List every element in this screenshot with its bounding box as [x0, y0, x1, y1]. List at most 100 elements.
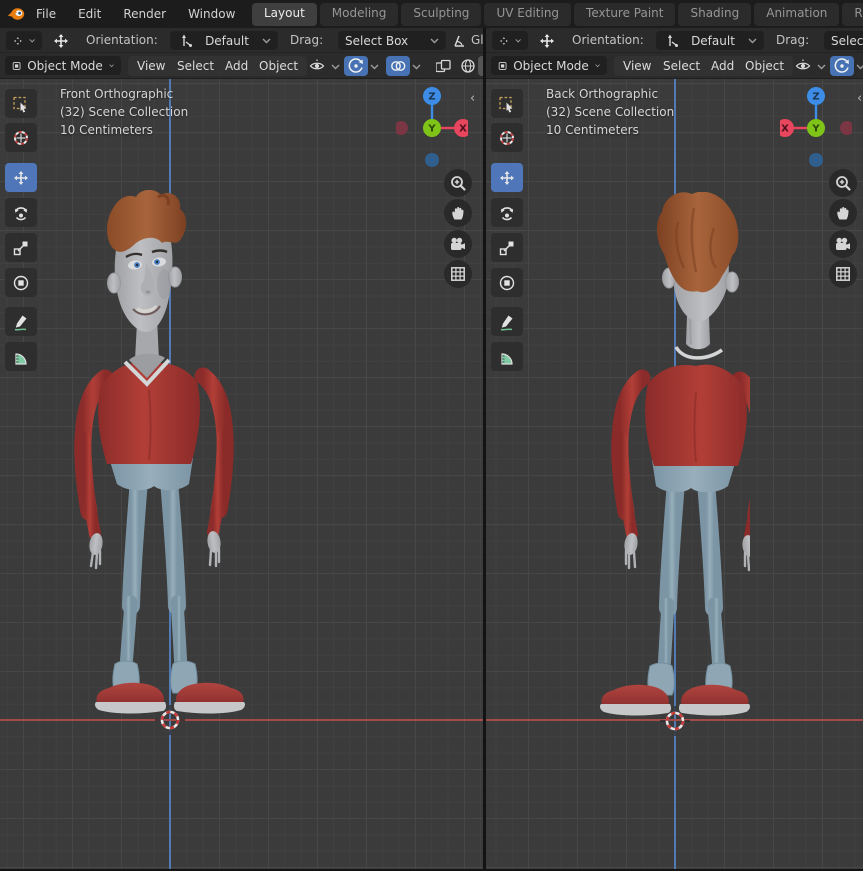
- tool-cursor[interactable]: [5, 123, 37, 152]
- tool-move[interactable]: [5, 163, 37, 192]
- wireframe-shading-button[interactable]: [456, 56, 480, 76]
- orientation-dropdown[interactable]: Default: [170, 31, 278, 50]
- tool-annotate[interactable]: [5, 307, 37, 336]
- tab-rendering[interactable]: Rendering: [842, 3, 863, 26]
- tab-layout[interactable]: Layout: [252, 3, 317, 26]
- tab-animation[interactable]: Animation: [754, 3, 839, 26]
- chevron-down-icon: [109, 62, 114, 69]
- chevron-down-icon[interactable]: [370, 63, 379, 70]
- mode-dropdown[interactable]: Object Mode: [491, 56, 607, 75]
- tool-scale[interactable]: [5, 233, 37, 262]
- menu-object[interactable]: Object: [736, 56, 793, 76]
- chevron-down-icon[interactable]: [856, 63, 863, 70]
- tab-sculpting[interactable]: Sculpting: [401, 3, 481, 26]
- mode-dropdown[interactable]: Object Mode: [5, 56, 121, 75]
- tool-scale[interactable]: [491, 233, 523, 262]
- viewport-info-overlay: Front Orthographic (32) Scene Collection…: [60, 85, 188, 139]
- chevron-down-icon[interactable]: [817, 63, 826, 70]
- drag-dropdown[interactable]: Select Box: [338, 31, 446, 50]
- active-tool-chip[interactable]: [6, 31, 42, 50]
- tab-modeling[interactable]: Modeling: [320, 3, 399, 26]
- measure-tool-icon: [12, 348, 30, 366]
- chevron-down-icon[interactable]: [412, 63, 421, 70]
- wireframe-sphere-icon: [460, 58, 476, 74]
- viewport-front[interactable]: Front Orthographic (32) Scene Collection…: [0, 79, 483, 871]
- sidebar-collapse-arrow[interactable]: ‹: [470, 92, 475, 105]
- axis-ball-neg-z[interactable]: [809, 153, 823, 167]
- active-tool-chip[interactable]: [492, 31, 528, 50]
- gizmos-toggle-button[interactable]: [830, 56, 854, 76]
- solid-shading-button[interactable]: [478, 56, 483, 76]
- tool-annotate[interactable]: [491, 307, 523, 336]
- menu-window[interactable]: Window: [177, 4, 246, 24]
- move-gizmo-icon[interactable]: [538, 32, 556, 50]
- tool-transform[interactable]: [491, 268, 523, 297]
- overlays-toggle-button[interactable]: [386, 56, 410, 76]
- global-label-partial[interactable]: Glo: [471, 33, 483, 47]
- tool-rotate[interactable]: [5, 198, 37, 227]
- tool-select-box[interactable]: [491, 89, 523, 118]
- menu-object[interactable]: Object: [250, 56, 307, 76]
- gizmos-toggle-button[interactable]: [344, 56, 368, 76]
- menu-render[interactable]: Render: [112, 4, 177, 24]
- transform-tool-icon: [12, 274, 30, 292]
- eye-icon: [795, 58, 811, 74]
- menu-select[interactable]: Select: [168, 56, 223, 76]
- measure-tool-icon: [498, 348, 516, 366]
- tool-transform[interactable]: [5, 268, 37, 297]
- global-orientation-icon[interactable]: [452, 33, 468, 49]
- menu-select[interactable]: Select: [654, 56, 709, 76]
- character-front[interactable]: [65, 190, 245, 720]
- orientation-dropdown[interactable]: Default: [656, 31, 764, 50]
- viewport-back[interactable]: Back Orthographic (32) Scene Collection …: [486, 79, 863, 871]
- move-tool-icon: [12, 169, 30, 187]
- axis-ball-neg-x[interactable]: [396, 121, 408, 135]
- tool-move[interactable]: [491, 163, 523, 192]
- drag-value: Select Box: [831, 34, 863, 48]
- chevron-down-icon: [430, 37, 439, 44]
- annotate-tool-icon: [498, 313, 516, 331]
- perspective-toggle-button[interactable]: [444, 260, 472, 288]
- chevron-down-icon[interactable]: [331, 63, 340, 70]
- viewport-header: Object Mode View Select Add Object: [0, 53, 483, 79]
- move-gizmo-icon[interactable]: [52, 32, 70, 50]
- tab-uv-editing[interactable]: UV Editing: [484, 3, 571, 26]
- area-back-viewport: Orientation: Default Drag: Select Box Ob…: [486, 28, 863, 871]
- drag-label: Drag:: [290, 33, 323, 47]
- viewport-info-overlay: Back Orthographic (32) Scene Collection …: [546, 85, 674, 139]
- orientation-label: Orientation:: [86, 33, 158, 47]
- menu-edit[interactable]: Edit: [67, 4, 112, 24]
- navigation-gizmo[interactable]: Z X Y: [780, 84, 852, 168]
- perspective-toggle-button[interactable]: [829, 260, 857, 288]
- zoom-button[interactable]: [829, 169, 857, 197]
- axis-ball-neg-z[interactable]: [425, 153, 439, 167]
- xray-toggle-button[interactable]: [432, 56, 456, 76]
- tab-shading[interactable]: Shading: [678, 3, 751, 26]
- pan-button[interactable]: [444, 199, 472, 227]
- axis-ball-neg-x[interactable]: [840, 121, 852, 135]
- pan-button[interactable]: [829, 199, 857, 227]
- move-tool-icon: [498, 169, 516, 187]
- camera-view-button[interactable]: [444, 230, 472, 258]
- sidebar-collapse-arrow[interactable]: ‹: [857, 92, 862, 105]
- orientation-axis-icon: [663, 33, 678, 48]
- grid-icon: [834, 265, 852, 283]
- workspace-tabs: Layout Modeling Sculpting UV Editing Tex…: [252, 3, 863, 26]
- zoom-button[interactable]: [444, 169, 472, 197]
- tool-select-box[interactable]: [5, 89, 37, 118]
- tool-rotate[interactable]: [491, 198, 523, 227]
- tool-measure[interactable]: [5, 342, 37, 371]
- visibility-toggle-button[interactable]: [791, 56, 815, 76]
- blender-logo-icon: [7, 7, 25, 21]
- navigation-gizmo[interactable]: Z X Y: [396, 84, 468, 168]
- tool-measure[interactable]: [491, 342, 523, 371]
- drag-dropdown[interactable]: Select Box: [824, 31, 863, 50]
- character-back[interactable]: [570, 192, 750, 720]
- tab-texture-paint[interactable]: Texture Paint: [574, 3, 675, 26]
- cursor-3d: [660, 706, 690, 736]
- visibility-toggle-button[interactable]: [305, 56, 329, 76]
- camera-view-button[interactable]: [829, 230, 857, 258]
- chevron-down-icon: [595, 62, 600, 69]
- tool-cursor[interactable]: [491, 123, 523, 152]
- menu-file[interactable]: File: [25, 4, 67, 24]
